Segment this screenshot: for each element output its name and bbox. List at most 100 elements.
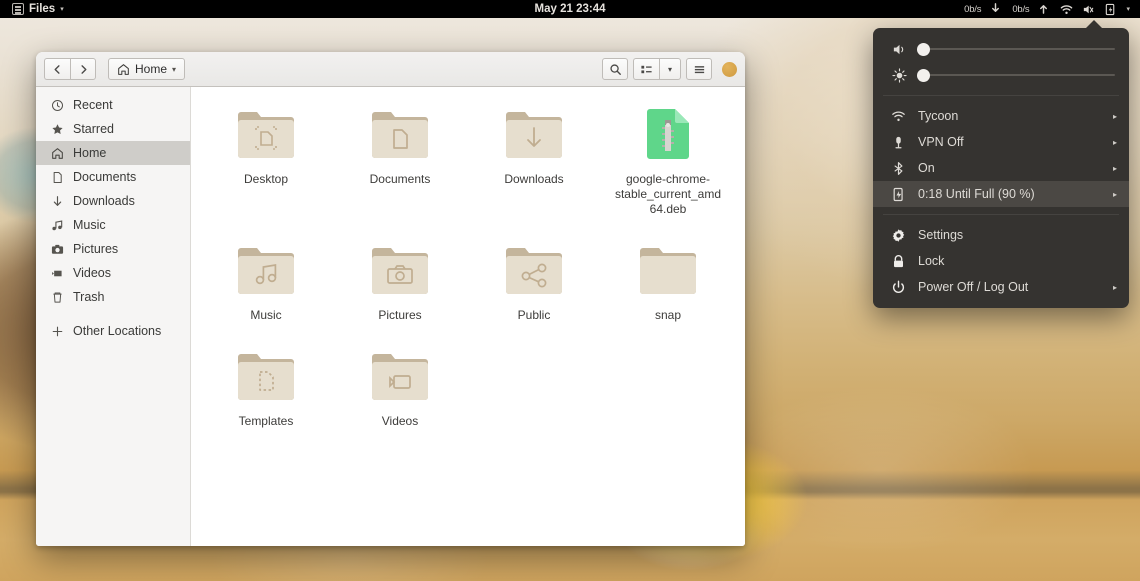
close-button[interactable]: [722, 62, 737, 77]
files-app-icon: [12, 3, 24, 15]
wifi-icon: [1060, 3, 1073, 16]
file-item-label: Documents: [345, 172, 455, 187]
wifi-icon: [891, 109, 906, 124]
file-grid-row: Desktop Documents: [191, 99, 745, 217]
file-grid-row: Templates Videos: [191, 341, 745, 429]
chevron-right-icon: ▸: [1113, 138, 1117, 147]
sidebar-item-label: Recent: [73, 98, 113, 112]
menu-item-lock[interactable]: Lock: [873, 248, 1129, 274]
sidebar-item-label: Downloads: [73, 194, 135, 208]
network-download-speed: 0b/s: [964, 4, 981, 15]
folder-icon-desktop: [234, 103, 298, 165]
system-menu-chevron-icon[interactable]: ▾: [1126, 5, 1130, 13]
battery-charging-icon: [1104, 3, 1117, 16]
sidebar: Recent Starred Home Docume: [36, 87, 191, 546]
brightness-slider-track[interactable]: [917, 68, 1115, 82]
file-item-label: Music: [211, 308, 321, 323]
brightness-icon: [891, 67, 907, 83]
chevron-down-icon: ▾: [172, 65, 176, 74]
menu-item-wifi[interactable]: Tycoon ▸: [873, 103, 1129, 129]
menu-item-bluetooth[interactable]: On ▸: [873, 155, 1129, 181]
menu-item-label: Tycoon: [918, 109, 1101, 123]
file-item-templates[interactable]: Templates: [199, 341, 333, 429]
menu-separator: [883, 214, 1119, 215]
brightness-slider-knob[interactable]: [917, 69, 930, 82]
file-item-pictures[interactable]: Pictures: [333, 235, 467, 323]
sidebar-item-label: Music: [73, 218, 106, 232]
sidebar-item-trash[interactable]: Trash: [36, 285, 190, 309]
headerbar-actions: ▾: [602, 58, 737, 80]
music-note-icon: [50, 218, 64, 232]
video-icon: [50, 266, 64, 280]
file-item-label: Downloads: [479, 172, 589, 187]
menu-item-vpn[interactable]: VPN Off ▸: [873, 129, 1129, 155]
brightness-slider-row[interactable]: [873, 62, 1129, 88]
sidebar-item-downloads[interactable]: Downloads: [36, 189, 190, 213]
main-menu-button[interactable]: [686, 58, 712, 80]
sidebar-item-label: Videos: [73, 266, 111, 280]
volume-slider-row[interactable]: [873, 36, 1129, 62]
plus-icon: [50, 324, 64, 338]
upload-arrow-icon: [1038, 3, 1051, 16]
battery-charging-icon: [891, 187, 906, 202]
sidebar-item-starred[interactable]: Starred: [36, 117, 190, 141]
file-grid-area[interactable]: Desktop Documents: [191, 87, 745, 546]
system-status-menu: Tycoon ▸ VPN Off ▸ On ▸ 0:18 Until Ful: [873, 28, 1129, 308]
sidebar-item-pictures[interactable]: Pictures: [36, 237, 190, 261]
file-item-label: Videos: [345, 414, 455, 429]
sidebar-item-videos[interactable]: Videos: [36, 261, 190, 285]
file-item-videos[interactable]: Videos: [333, 341, 467, 429]
document-icon: [50, 170, 64, 184]
file-grid-row: Music Pictur: [191, 235, 745, 323]
breadcrumb-label: Home: [135, 62, 167, 76]
home-icon: [50, 146, 64, 160]
sidebar-item-music[interactable]: Music: [36, 213, 190, 237]
forward-button[interactable]: [70, 58, 96, 80]
back-button[interactable]: [44, 58, 70, 80]
camera-icon: [50, 242, 64, 256]
chevron-right-icon: ▸: [1113, 164, 1117, 173]
file-item-snap[interactable]: snap: [601, 235, 735, 323]
sidebar-item-recent[interactable]: Recent: [36, 93, 190, 117]
topbar-status-area[interactable]: 0b/s 0b/s ▾: [964, 3, 1140, 16]
sidebar-separator: [36, 309, 190, 319]
volume-icon: [891, 41, 907, 57]
file-item-desktop[interactable]: Desktop: [199, 99, 333, 217]
chevron-right-icon: ▸: [1113, 190, 1117, 199]
menu-item-label: VPN Off: [918, 135, 1101, 149]
bluetooth-icon: [891, 161, 906, 176]
star-icon: [50, 122, 64, 136]
sidebar-item-documents[interactable]: Documents: [36, 165, 190, 189]
vpn-icon: [891, 135, 906, 150]
search-button[interactable]: [602, 58, 628, 80]
volume-slider-knob[interactable]: [917, 43, 930, 56]
folder-icon-public: [502, 239, 566, 301]
list-view-button[interactable]: [633, 58, 659, 80]
menu-item-label: Power Off / Log Out: [918, 280, 1101, 294]
sidebar-item-label: Trash: [73, 290, 105, 304]
file-item-label: Public: [479, 308, 589, 323]
file-item-documents[interactable]: Documents: [333, 99, 467, 217]
folder-icon-snap: [636, 239, 700, 301]
folder-icon-templates: [234, 345, 298, 407]
file-item-chrome-deb[interactable]: google-chrome-stable_current_amd64.deb: [601, 99, 735, 217]
file-item-label: snap: [613, 308, 723, 323]
menu-item-settings[interactable]: Settings: [873, 222, 1129, 248]
menu-item-battery[interactable]: 0:18 Until Full (90 %) ▸: [873, 181, 1129, 207]
view-options-dropdown-button[interactable]: ▾: [659, 58, 681, 80]
sidebar-item-home[interactable]: Home: [36, 141, 190, 165]
archive-icon-deb: [636, 103, 700, 165]
file-item-label: google-chrome-stable_current_amd64.deb: [613, 172, 723, 217]
chevron-down-icon: ▾: [60, 5, 64, 13]
volume-slider-track[interactable]: [917, 42, 1115, 56]
gear-icon: [891, 228, 906, 243]
sidebar-item-other-locations[interactable]: Other Locations: [36, 319, 190, 343]
top-bar: Files ▾ May 21 23:44 0b/s 0b/s: [0, 0, 1140, 18]
file-item-downloads[interactable]: Downloads: [467, 99, 601, 217]
file-item-public[interactable]: Public: [467, 235, 601, 323]
breadcrumb[interactable]: Home ▾: [108, 58, 185, 80]
menu-item-power-off-log-out[interactable]: Power Off / Log Out ▸: [873, 274, 1129, 300]
topbar-app-menu[interactable]: Files ▾: [0, 3, 64, 15]
menu-separator: [883, 95, 1119, 96]
file-item-music[interactable]: Music: [199, 235, 333, 323]
